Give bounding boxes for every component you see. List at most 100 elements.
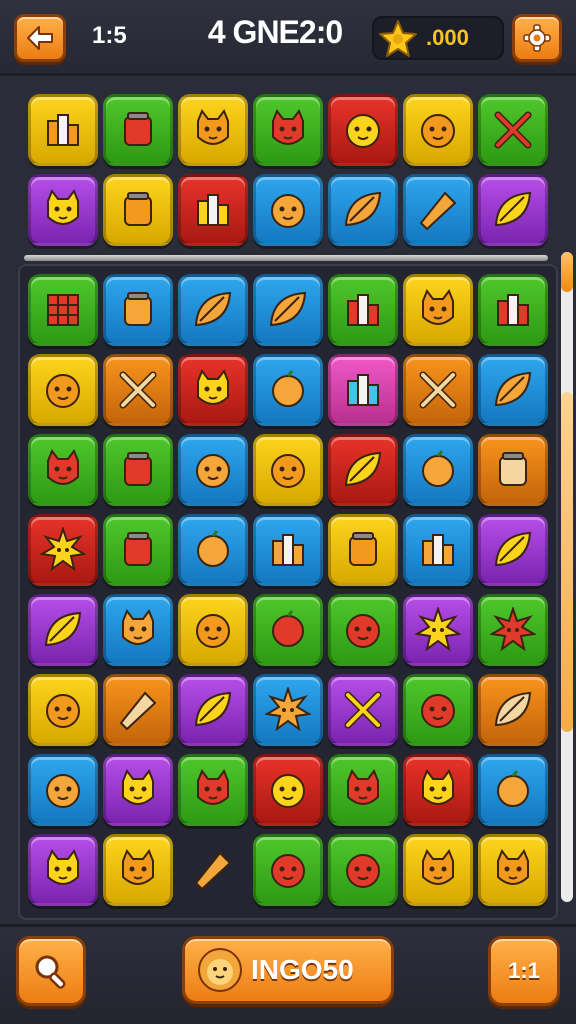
- board-tile[interactable]: [103, 354, 173, 426]
- board-tile[interactable]: [28, 434, 98, 506]
- board-tile[interactable]: [403, 674, 473, 746]
- rack-tile[interactable]: [328, 174, 398, 246]
- board-tile[interactable]: [253, 594, 323, 666]
- board-loose-piece[interactable]: [178, 834, 248, 906]
- rack-tile[interactable]: [28, 174, 98, 246]
- hedgehog-icon: [271, 774, 305, 808]
- rack-tile[interactable]: [28, 94, 98, 166]
- board-tile[interactable]: [478, 434, 548, 506]
- board-tile[interactable]: [328, 354, 398, 426]
- ratio-button[interactable]: 1:1: [488, 936, 560, 1006]
- board-tile[interactable]: [328, 674, 398, 746]
- board-tile[interactable]: [253, 514, 323, 586]
- board-tile[interactable]: [478, 274, 548, 346]
- book-icon: [347, 294, 379, 326]
- rack-tile[interactable]: [103, 174, 173, 246]
- cat-icon: [197, 108, 229, 145]
- board-tile[interactable]: [178, 274, 248, 346]
- scrollbar-thumb[interactable]: [561, 392, 573, 732]
- leaf-icon: [494, 371, 532, 407]
- board-tile[interactable]: [478, 354, 548, 426]
- board-tile[interactable]: [103, 674, 173, 746]
- cross-icon: [494, 111, 532, 149]
- board-tile[interactable]: [253, 674, 323, 746]
- board-tile[interactable]: [328, 434, 398, 506]
- potion-icon: [124, 112, 152, 146]
- board-tile[interactable]: [328, 274, 398, 346]
- board-tile[interactable]: [328, 834, 398, 906]
- board-tile[interactable]: [28, 834, 98, 906]
- board-tile[interactable]: [478, 754, 548, 826]
- board-tile[interactable]: [178, 754, 248, 826]
- board-tile[interactable]: [328, 594, 398, 666]
- back-button[interactable]: [14, 14, 66, 62]
- board-tile[interactable]: [28, 754, 98, 826]
- rack-tile[interactable]: [103, 94, 173, 166]
- board-tile[interactable]: [328, 754, 398, 826]
- board-tile[interactable]: [28, 594, 98, 666]
- cross-icon: [119, 371, 157, 409]
- hedgehog-icon: [271, 454, 305, 488]
- board-tile[interactable]: [478, 834, 548, 906]
- board-tile[interactable]: [403, 594, 473, 666]
- rack-tile[interactable]: [478, 94, 548, 166]
- rack-tile[interactable]: [328, 94, 398, 166]
- level-indicator: 1:5: [92, 22, 127, 49]
- drop-icon: [497, 770, 529, 807]
- sun-icon: [40, 527, 86, 572]
- board-tile[interactable]: [103, 434, 173, 506]
- rack-tile[interactable]: [403, 174, 473, 246]
- robot-icon: [421, 114, 455, 148]
- board-tile[interactable]: [103, 274, 173, 346]
- rack-tile[interactable]: [178, 94, 248, 166]
- board-tile[interactable]: [478, 674, 548, 746]
- board-tile[interactable]: [478, 514, 548, 586]
- board-tile[interactable]: [178, 674, 248, 746]
- face-icon: [346, 854, 380, 888]
- board-tile[interactable]: [178, 514, 248, 586]
- board-tile[interactable]: [403, 514, 473, 586]
- rack-tile[interactable]: [253, 174, 323, 246]
- hint-button[interactable]: [16, 936, 86, 1006]
- board-tile[interactable]: [28, 354, 98, 426]
- board-tile[interactable]: [253, 354, 323, 426]
- board-tile[interactable]: [28, 514, 98, 586]
- star-face-icon: [422, 768, 454, 805]
- board-scrollbar[interactable]: [561, 252, 573, 902]
- rack-tile[interactable]: [478, 174, 548, 246]
- board-tile[interactable]: [403, 434, 473, 506]
- star-face-icon: [197, 368, 229, 405]
- board-tile[interactable]: [253, 274, 323, 346]
- board-tile[interactable]: [103, 834, 173, 906]
- board-tile[interactable]: [28, 274, 98, 346]
- sun-icon: [490, 607, 536, 652]
- score-value: .000: [426, 25, 469, 50]
- board-tile[interactable]: [253, 754, 323, 826]
- rack-tile[interactable]: [403, 94, 473, 166]
- board-tile[interactable]: [403, 354, 473, 426]
- ghost-icon: [46, 374, 80, 408]
- board-tile[interactable]: [403, 834, 473, 906]
- rack-tile[interactable]: [178, 174, 248, 246]
- board-tile[interactable]: [103, 594, 173, 666]
- fox-icon: [497, 848, 529, 885]
- board-tile[interactable]: [478, 594, 548, 666]
- sun-icon: [265, 687, 311, 732]
- board-tile[interactable]: [178, 434, 248, 506]
- board-tile[interactable]: [403, 274, 473, 346]
- game-title: 4 GNE2:0: [207, 14, 343, 50]
- board-tile[interactable]: [103, 754, 173, 826]
- board-tile[interactable]: [103, 514, 173, 586]
- board-tile[interactable]: [178, 354, 248, 426]
- rack-tile[interactable]: [253, 94, 323, 166]
- board-tile[interactable]: [328, 514, 398, 586]
- scrollbar-cap[interactable]: [561, 252, 573, 292]
- board-tile[interactable]: [178, 594, 248, 666]
- settings-button[interactable]: [512, 14, 562, 62]
- bonus-button[interactable]: INGO50: [182, 936, 394, 1004]
- board-tile[interactable]: [403, 754, 473, 826]
- board-tile[interactable]: [28, 674, 98, 746]
- board-tile[interactable]: [253, 434, 323, 506]
- balloon-icon: [272, 610, 304, 647]
- board-tile[interactable]: [253, 834, 323, 906]
